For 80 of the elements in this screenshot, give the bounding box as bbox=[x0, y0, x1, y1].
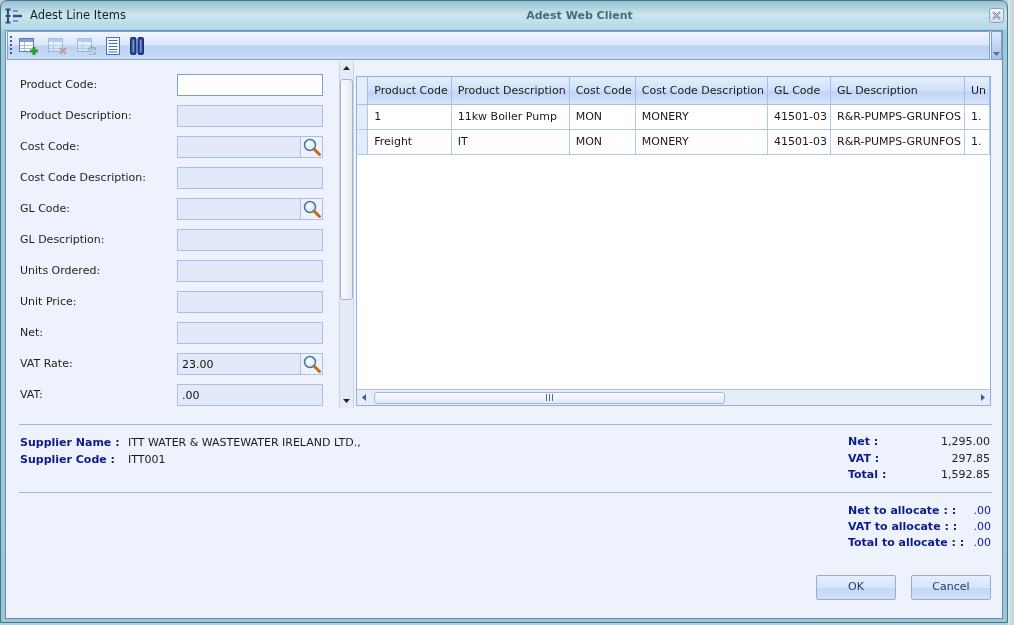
input-field[interactable] bbox=[177, 74, 323, 96]
field-label: Net: bbox=[20, 326, 44, 340]
summary-value: ITT001 bbox=[128, 452, 167, 468]
field-label: Cost Code Description: bbox=[20, 171, 147, 185]
close-button[interactable] bbox=[989, 8, 1004, 23]
arrow-left-icon[interactable] bbox=[362, 394, 366, 401]
field-label: Cost Code: bbox=[20, 140, 81, 154]
lookup-button[interactable] bbox=[301, 353, 323, 375]
table-cell: Freight bbox=[367, 129, 452, 154]
field-label: VAT: bbox=[20, 388, 44, 402]
table-cell: MONERY bbox=[635, 104, 768, 129]
field-label: Product Code: bbox=[20, 78, 99, 92]
field-label: Product Description: bbox=[20, 109, 133, 123]
total-label: Net : bbox=[848, 434, 880, 450]
scrollbar-thumb[interactable] bbox=[340, 79, 353, 300]
total-value: 1,592.85 bbox=[941, 467, 990, 483]
table-cell: 11kw Boiler Pump bbox=[451, 104, 570, 129]
column-header[interactable]: Cost Code bbox=[569, 77, 636, 104]
field-label: GL Description: bbox=[20, 233, 106, 247]
field-label: Unit Price: bbox=[20, 295, 78, 309]
table-cell: 41501-03 bbox=[767, 129, 831, 154]
allocation-label: Net to allocate : : bbox=[848, 502, 958, 519]
arrow-down-icon[interactable] bbox=[343, 399, 350, 403]
table-cell: MON bbox=[569, 104, 636, 129]
allocation-value: .00 bbox=[973, 502, 991, 519]
scrollbar-thumb[interactable] bbox=[374, 391, 725, 404]
window-caption: Adest Web Client bbox=[525, 8, 634, 23]
row-selector[interactable] bbox=[357, 104, 368, 129]
total-value: 297.85 bbox=[950, 450, 990, 467]
table-cell: 1. bbox=[964, 104, 990, 129]
close-icon bbox=[992, 11, 1001, 20]
table-cell: 41501-03 bbox=[767, 104, 831, 129]
field-label: VAT Rate: bbox=[20, 357, 74, 371]
allocation-value: .00 bbox=[973, 518, 991, 535]
outline-icon bbox=[5, 7, 22, 24]
horizontal-scrollbar[interactable] bbox=[357, 389, 990, 405]
table-cell: R&R-PUMPS-GRUNFOS bbox=[830, 129, 965, 154]
search-icon bbox=[302, 200, 321, 218]
total-label: VAT : bbox=[848, 450, 881, 467]
dialog-button[interactable]: Cancel bbox=[911, 574, 991, 600]
table-cell: R&R-PUMPS-GRUNFOS bbox=[830, 104, 965, 129]
table-cell: 1 bbox=[367, 104, 452, 129]
toolbar-overflow-button[interactable] bbox=[991, 31, 1002, 60]
lookup-button[interactable] bbox=[301, 198, 323, 220]
columns-icon[interactable] bbox=[130, 36, 144, 55]
search-icon bbox=[302, 138, 321, 156]
field-label: Units Ordered: bbox=[20, 264, 102, 278]
column-header[interactable]: Cost Code Description bbox=[635, 77, 768, 104]
table-plus-icon[interactable] bbox=[19, 36, 38, 55]
field-label: GL Code: bbox=[20, 202, 71, 216]
column-header[interactable]: GL Code bbox=[767, 77, 831, 104]
summary-label: Supplier Name : bbox=[20, 435, 121, 451]
allocation-value: .00 bbox=[973, 534, 991, 551]
table-cell: IT bbox=[451, 129, 570, 154]
allocation-label: VAT to allocate : : bbox=[848, 518, 959, 535]
allocation-label: Total to allocate : : bbox=[848, 534, 966, 551]
grid-corner bbox=[357, 77, 368, 104]
list-icon[interactable] bbox=[106, 36, 120, 55]
search-icon bbox=[302, 355, 321, 373]
summary-value: ITT WATER & WASTEWATER IRELAND LTD., bbox=[128, 435, 361, 451]
vertical-scrollbar[interactable] bbox=[339, 61, 354, 408]
total-value: 1,295.00 bbox=[941, 434, 990, 450]
table-cell: MON bbox=[569, 129, 636, 154]
caret-down-icon bbox=[993, 52, 1000, 56]
window-title: Adest Line Items bbox=[30, 8, 126, 23]
grip-icon[interactable] bbox=[10, 36, 13, 55]
lookup-button[interactable] bbox=[301, 136, 323, 158]
column-header[interactable]: Product Description bbox=[451, 77, 570, 104]
summary-label: Supplier Code : bbox=[20, 452, 116, 468]
dialog-button[interactable]: OK bbox=[816, 574, 896, 600]
column-header[interactable]: Product Code bbox=[367, 77, 452, 104]
table-cell: MONERY bbox=[635, 129, 768, 154]
arrow-right-icon[interactable] bbox=[981, 394, 985, 401]
grip-icon bbox=[546, 394, 553, 401]
total-label: Total : bbox=[848, 467, 888, 483]
table-cell: 1. bbox=[964, 129, 990, 154]
column-header[interactable]: Un bbox=[964, 77, 990, 104]
arrow-up-icon[interactable] bbox=[343, 66, 350, 70]
row-selector[interactable] bbox=[357, 129, 368, 154]
column-header[interactable]: GL Description bbox=[830, 77, 965, 104]
